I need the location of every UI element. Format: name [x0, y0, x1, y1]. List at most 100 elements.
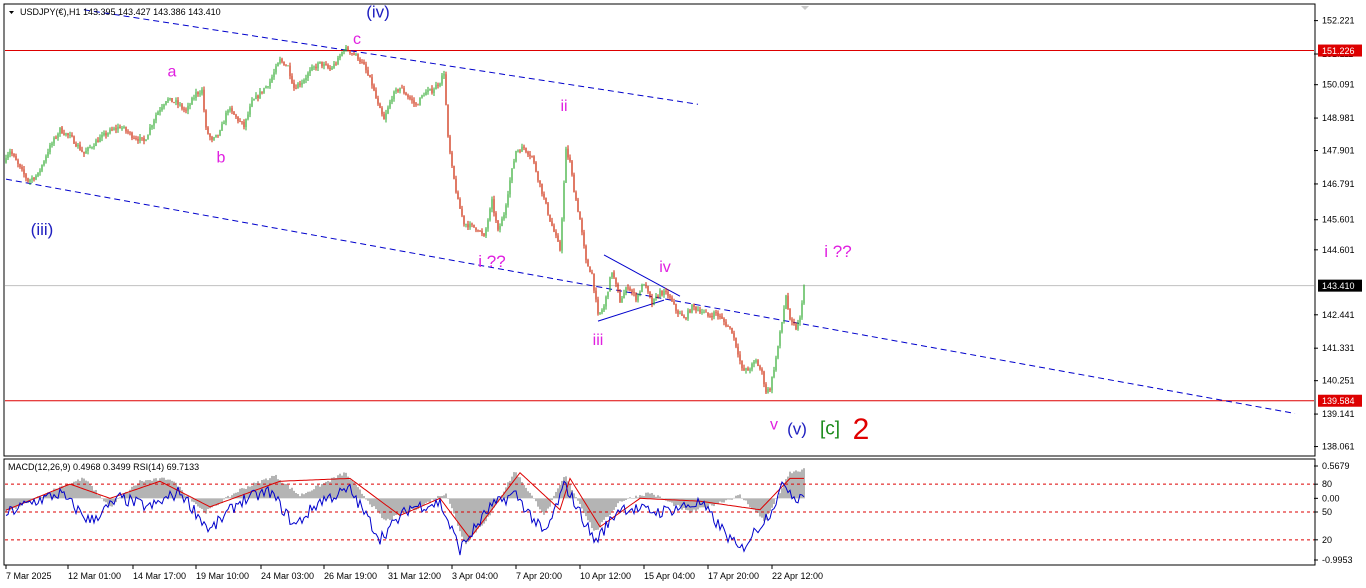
macd-histogram-bar — [281, 482, 283, 499]
candle-body — [285, 65, 287, 67]
candle-body — [351, 53, 353, 54]
candle-body — [615, 277, 617, 285]
candle-body — [137, 138, 139, 141]
candle-body — [561, 218, 563, 251]
candle-body — [247, 114, 249, 119]
macd-histogram-bar — [659, 496, 661, 499]
candle-body — [259, 91, 261, 98]
candle-body — [629, 288, 631, 291]
time-tick-label: 22 Apr 12:00 — [772, 571, 823, 581]
candle-body — [117, 126, 119, 130]
current-price-box-label: 143.410 — [1322, 281, 1355, 291]
macd-histogram-bar — [421, 498, 423, 506]
candle-body — [423, 95, 425, 97]
macd-histogram-bar — [557, 488, 559, 499]
candle-body — [85, 150, 87, 154]
candle-body — [471, 223, 473, 225]
candle-body — [613, 272, 615, 278]
indicator-tick-label: 0.5679 — [1322, 461, 1350, 471]
macd-histogram-bar — [753, 498, 755, 510]
macd-histogram-bar — [657, 495, 659, 499]
candle-body — [645, 284, 647, 286]
candle-body — [567, 148, 569, 158]
candle-body — [167, 99, 169, 102]
macd-histogram-bar — [447, 498, 449, 499]
candle-body — [411, 98, 413, 101]
macd-histogram-bar — [191, 498, 193, 502]
macd-histogram-bar — [455, 498, 457, 520]
candle-body — [391, 99, 393, 102]
macd-histogram-bar — [213, 498, 215, 506]
candle-body — [177, 100, 179, 105]
candle-body — [69, 134, 71, 136]
candle-body — [579, 211, 581, 220]
candle-body — [627, 287, 629, 289]
macd-histogram-bar — [611, 498, 613, 512]
price-tick-label: 138.061 — [1322, 442, 1355, 452]
candle-body — [763, 371, 765, 385]
candle-body — [399, 87, 401, 92]
candle-body — [341, 51, 343, 56]
macd-histogram-bar — [629, 497, 631, 499]
candle-body — [733, 333, 735, 338]
symbol-header[interactable]: USDJPY(€),H1 143.395 143.427 143.386 143… — [9, 7, 221, 17]
macd-histogram-bar — [313, 489, 315, 499]
candle-body — [581, 219, 583, 233]
macd-histogram-bar — [575, 497, 577, 499]
macd-histogram-bar — [357, 487, 359, 499]
macd-histogram-bar — [445, 493, 447, 499]
indicator-tick-label: 0.00 — [1322, 493, 1340, 503]
candle-body — [449, 136, 451, 153]
price-tick-label: 147.901 — [1322, 146, 1355, 156]
macd-histogram-bar — [619, 498, 621, 502]
candle-body — [331, 67, 333, 70]
candle-body — [5, 158, 7, 163]
candle-body — [171, 97, 173, 103]
wave-label: (iii) — [31, 220, 54, 239]
macd-histogram-bar — [631, 497, 633, 499]
candle-body — [437, 84, 439, 86]
candle-body — [269, 81, 271, 87]
candle-body — [245, 118, 247, 128]
macd-histogram-bar — [795, 470, 797, 499]
wave-label: iii — [593, 332, 604, 349]
usdjpy-h1-chart[interactable]: (iv) c a b ii (iii) i ?? iv iii i ?? v (v) [c] 2 152.… — [0, 0, 1366, 588]
candle-body — [583, 232, 585, 246]
wave-label: (iv) — [366, 2, 390, 21]
price-line-box-label: 139.584 — [1322, 396, 1355, 406]
candle-body — [47, 152, 49, 157]
candle-body — [765, 384, 767, 393]
macd-histogram-bar — [763, 498, 765, 522]
candle-body — [655, 296, 657, 299]
candle-body — [41, 164, 43, 171]
candle-body — [513, 161, 515, 169]
macd-histogram-bar — [77, 479, 79, 499]
macd-histogram-bar — [627, 498, 629, 499]
candle-body — [519, 150, 521, 152]
candle-body — [717, 312, 719, 317]
candle-body — [201, 89, 203, 94]
macd-histogram-bar — [601, 498, 603, 523]
macd-histogram-bar — [461, 498, 463, 537]
candle-body — [189, 104, 191, 106]
candle-body — [447, 104, 449, 137]
candle-body — [375, 90, 377, 99]
macd-histogram-bar — [287, 484, 289, 499]
candle-body — [601, 310, 603, 313]
macd-histogram-bar — [369, 498, 371, 505]
candle-body — [425, 92, 427, 96]
macd-histogram-bar — [635, 495, 637, 499]
macd-histogram-bar — [333, 477, 335, 499]
candle-body — [129, 132, 131, 134]
wave-label: i ?? — [824, 242, 851, 261]
candle-body — [591, 272, 593, 274]
candle-body — [157, 112, 159, 115]
candle-body — [787, 295, 789, 309]
candle-body — [193, 97, 195, 99]
candle-body — [17, 160, 19, 165]
candle-body — [151, 125, 153, 128]
candle-body — [597, 299, 599, 314]
macd-histogram-bar — [293, 490, 295, 499]
macd-histogram-bar — [101, 498, 103, 499]
candle-body — [323, 64, 325, 67]
